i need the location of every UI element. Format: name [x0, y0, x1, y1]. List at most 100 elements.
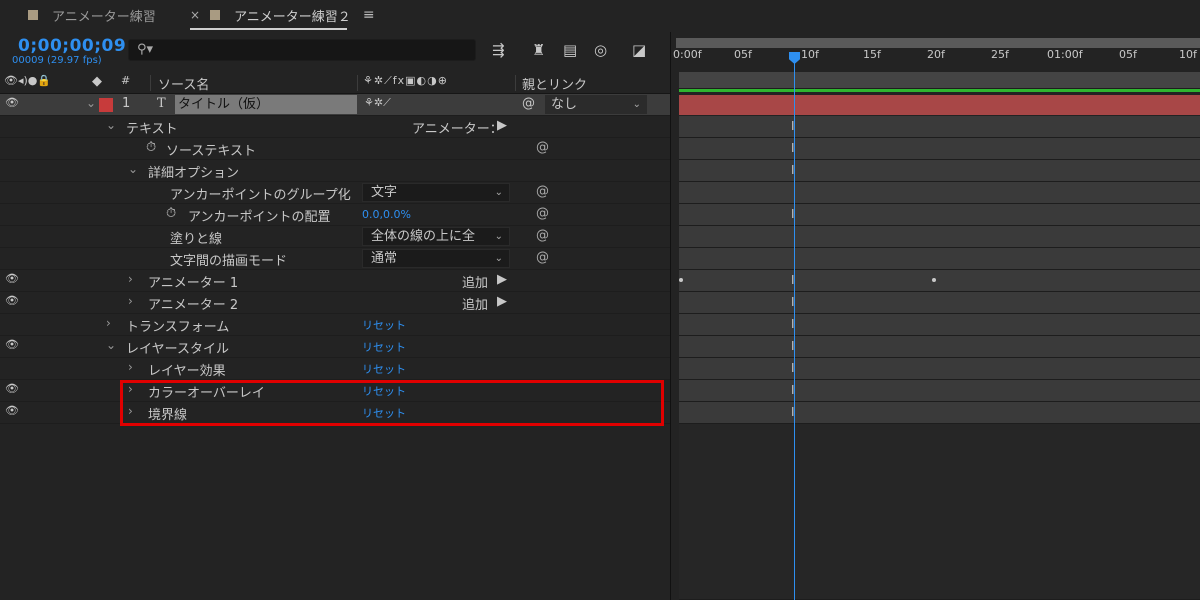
animator-1-row[interactable]: 👁 › アニメーター 1 追加 ▶ — [0, 270, 670, 292]
more-options-row[interactable]: ⌄ 詳細オプション — [0, 160, 670, 182]
reset-link[interactable]: リセット — [362, 339, 406, 355]
parent-dropdown[interactable]: なし ⌄ — [545, 95, 647, 114]
timeline-lane — [679, 336, 1200, 358]
expression-pickwhip-icon[interactable]: @ — [536, 140, 549, 155]
stopwatch-icon[interactable]: ⏱ — [146, 140, 156, 155]
layer-row[interactable]: 👁 ⌄ 1 T タイトル（仮） ⚘✲⟋ @ なし ⌄ — [0, 94, 670, 116]
inter-char-blend-dropdown[interactable]: 通常 ⌄ — [362, 249, 510, 268]
reset-link[interactable]: リセット — [362, 361, 406, 377]
chevron-right-icon[interactable]: › — [128, 294, 133, 308]
graph-editor-icon[interactable]: ◪ — [632, 41, 646, 59]
ruler-tick-label: 01:00f — [1047, 48, 1083, 61]
timeline-lane — [679, 116, 1200, 138]
dropdown-value: 全体の線の上に全 — [371, 229, 476, 244]
layer-switches[interactable]: ⚘✲⟋ — [364, 96, 391, 110]
work-area-bar[interactable] — [679, 89, 1200, 92]
eye-icon[interactable]: 👁 — [5, 404, 19, 417]
composition-icon — [28, 10, 38, 20]
keyframe-dot[interactable] — [932, 278, 936, 282]
property-label: 詳細オプション — [148, 166, 240, 181]
search-icon: ⚲▾ — [137, 42, 154, 57]
ruler-tick-label: 15f — [863, 48, 881, 61]
chevron-down-icon[interactable]: ⌄ — [106, 338, 116, 352]
source-text-row[interactable]: ⏱ ソーステキスト @ — [0, 138, 670, 160]
eye-icon[interactable]: 👁 — [5, 96, 19, 109]
layer-number: 1 — [122, 96, 131, 111]
chevron-down-icon[interactable]: ⌄ — [106, 118, 116, 132]
ruler-tick-label: 20f — [927, 48, 945, 61]
expression-pickwhip-icon[interactable]: @ — [536, 184, 549, 199]
timeline-lane — [679, 270, 1200, 292]
play-menu-icon[interactable]: ▶ — [497, 294, 507, 309]
chevron-down-icon[interactable]: ⌄ — [86, 96, 96, 110]
layer-duration-bar[interactable] — [679, 95, 1200, 115]
animator-2-row[interactable]: 👁 › アニメーター 2 追加 ▶ — [0, 292, 670, 314]
ruler-tick-label: 10f — [801, 48, 819, 61]
highlight-box — [120, 380, 664, 426]
anchor-align-row[interactable]: ⏱ アンカーポイントの配置 0.0,0.0% @ — [0, 204, 670, 226]
close-icon[interactable]: × — [190, 8, 200, 22]
property-label: トランスフォーム — [126, 320, 230, 335]
switches-icons: ⚘✲⟋fx▣◐◑⊕ — [363, 74, 448, 87]
frame-rate-display: 00009 (29.97 fps) — [12, 55, 102, 66]
column-header: 👁◂)●🔒 ◆ # ソース名 ⚘✲⟋fx▣◐◑⊕ 親とリンク — [0, 72, 670, 94]
source-name-header[interactable]: ソース名 — [158, 74, 209, 93]
blending-options-row[interactable]: › レイヤー効果 リセット — [0, 358, 670, 380]
ruler-tick-label: 05f — [1119, 48, 1137, 61]
chevron-right-icon[interactable]: › — [106, 316, 111, 330]
play-menu-icon[interactable]: ▶ — [497, 272, 507, 287]
timeline-lane — [679, 248, 1200, 270]
eye-icon[interactable]: 👁 — [5, 382, 19, 395]
keyframe-dot[interactable] — [679, 278, 683, 282]
motion-blur-icon[interactable]: ◎ — [594, 41, 607, 59]
play-menu-icon[interactable]: ▶ — [497, 118, 507, 133]
layer-name-field[interactable]: タイトル（仮） — [175, 95, 357, 114]
shy-layers-icon[interactable]: ♜ — [532, 41, 545, 59]
frame-blending-icon[interactable]: ▤ — [563, 41, 577, 59]
panel-menu-icon[interactable]: ≡ — [363, 7, 375, 23]
chevron-right-icon[interactable]: › — [128, 272, 133, 286]
timeline-lane — [679, 182, 1200, 204]
property-label: アニメーター 2 — [148, 298, 239, 313]
time-navigator-bar[interactable] — [676, 38, 1200, 48]
reset-link[interactable]: リセット — [362, 317, 406, 333]
chevron-down-icon: ⌄ — [494, 187, 503, 198]
timeline-lane — [679, 160, 1200, 182]
label-color-swatch[interactable] — [99, 98, 113, 112]
anchor-grouping-row[interactable]: アンカーポイントのグループ化 文字 ⌄ @ — [0, 182, 670, 204]
eye-icon[interactable]: 👁 — [5, 294, 19, 307]
expression-pickwhip-icon[interactable]: @ — [536, 228, 549, 243]
chevron-down-icon[interactable]: ⌄ — [128, 162, 138, 176]
expression-pickwhip-icon[interactable]: @ — [536, 250, 549, 265]
comp-flowchart-icon[interactable]: ⇶ — [492, 41, 505, 59]
chevron-down-icon: ⌄ — [494, 231, 503, 242]
tab-animator-practice-2[interactable]: × アニメーター練習２ ≡ — [190, 0, 375, 30]
inter-char-blend-row[interactable]: 文字間の描画モード 通常 ⌄ @ — [0, 248, 670, 270]
eye-icon[interactable]: 👁 — [5, 272, 19, 285]
fill-stroke-dropdown[interactable]: 全体の線の上に全 ⌄ — [362, 227, 510, 246]
text-group-row[interactable]: ⌄ テキスト アニメーター： ▶ — [0, 116, 670, 138]
chevron-right-icon[interactable]: › — [128, 360, 133, 374]
work-area-lane — [679, 72, 1200, 89]
transform-row[interactable]: › トランスフォーム リセット — [0, 314, 670, 336]
fill-stroke-row[interactable]: 塗りと線 全体の線の上に全 ⌄ @ — [0, 226, 670, 248]
tab-animator-practice[interactable]: アニメーター練習 — [28, 0, 156, 30]
eye-icon[interactable]: 👁 — [5, 338, 19, 351]
timeline-lane — [679, 292, 1200, 314]
current-time-display[interactable]: 0;00;00;09 — [18, 36, 126, 56]
property-label: 文字間の描画モード — [170, 254, 288, 269]
stopwatch-icon[interactable]: ⏱ — [166, 206, 176, 221]
current-time-indicator[interactable] — [794, 52, 795, 600]
anchor-grouping-dropdown[interactable]: 文字 ⌄ — [362, 183, 510, 202]
anchor-align-value[interactable]: 0.0,0.0% — [362, 208, 411, 221]
property-label: テキスト — [126, 122, 178, 137]
property-label: アンカーポイントの配置 — [188, 210, 331, 225]
layer-panel: 0;00;00;09 00009 (29.97 fps) ⚲▾ ⇶ ♜ ▤ ◎ … — [0, 32, 670, 600]
search-input[interactable]: ⚲▾ — [128, 39, 476, 61]
dropdown-value: 文字 — [371, 185, 398, 200]
property-label: アンカーポイントのグループ化 — [170, 188, 351, 203]
text-layer-icon: T — [157, 96, 166, 111]
expression-pickwhip-icon[interactable]: @ — [536, 206, 549, 221]
pick-whip-icon[interactable]: @ — [522, 96, 535, 111]
layer-styles-row[interactable]: 👁 ⌄ レイヤースタイル リセット — [0, 336, 670, 358]
